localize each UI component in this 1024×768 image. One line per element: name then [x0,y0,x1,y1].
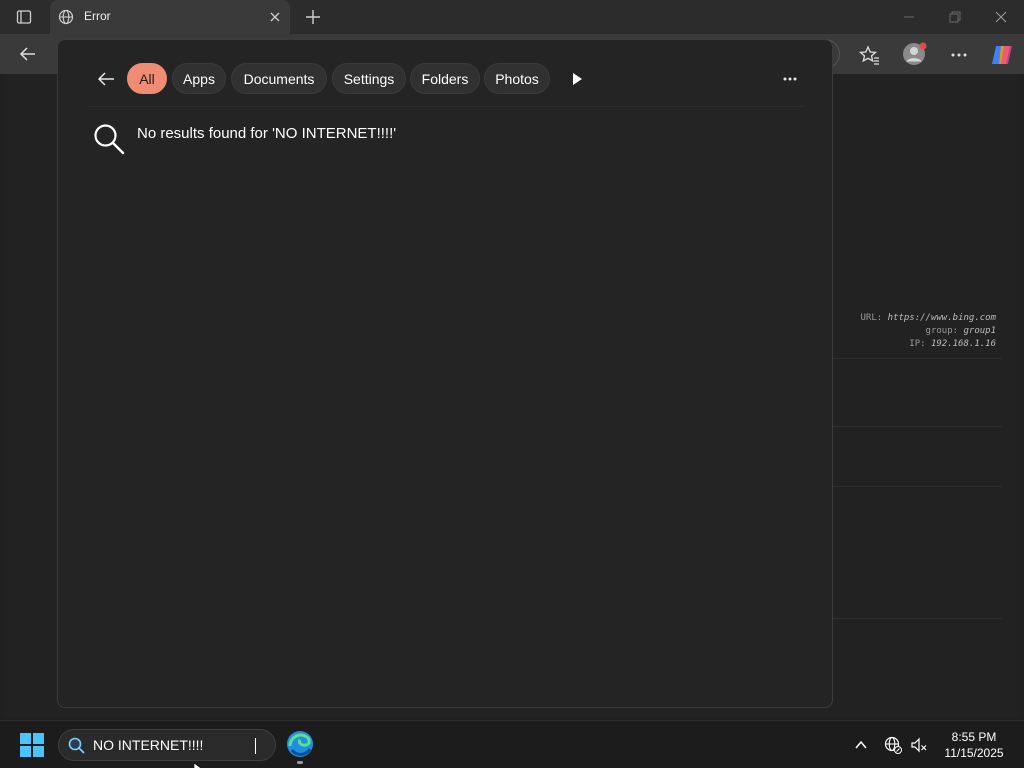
back-arrow-icon[interactable] [18,44,38,64]
no-results-message: No results found for 'NO INTERNET!!!!' [137,125,397,142]
more-icon[interactable] [948,44,970,66]
filter-photos[interactable]: Photos [484,63,550,94]
page-divider [812,426,1002,427]
clock-date: 11/15/2025 [944,746,1004,760]
more-icon[interactable] [780,69,800,89]
search-flyout: All Apps Documents Settings Folders Phot… [57,39,833,708]
globe-icon [58,9,74,25]
flyout-divider [88,106,804,107]
copilot-icon[interactable] [990,44,1012,66]
taskbar-search-input[interactable] [93,734,263,756]
filter-all[interactable]: All [127,63,167,94]
page-divider [812,358,1002,359]
network-globe-icon[interactable] [884,736,902,754]
browser-tab[interactable]: Error [50,0,290,34]
profile-icon[interactable] [902,41,928,67]
edge-icon[interactable] [286,730,314,758]
filter-documents[interactable]: Documents [231,63,327,94]
info-ip: IP: 192.168.1.16 [909,339,996,349]
plus-icon[interactable] [304,8,322,26]
speaker-muted-icon[interactable] [910,736,928,754]
chevron-up-icon[interactable] [852,736,870,754]
filter-folders[interactable]: Folders [410,63,480,94]
filter-apps[interactable]: Apps [172,63,226,94]
close-icon[interactable] [268,10,282,24]
minimize-icon[interactable] [900,8,918,26]
tab-title: Error [84,9,111,23]
info-group: group: group1 [925,326,996,336]
taskbar-search-box[interactable] [58,729,276,761]
play-arrow-icon[interactable] [570,71,584,87]
text-caret [255,738,256,754]
taskbar: 8:55 PM 11/15/2025 [0,720,1024,768]
info-url: URL: https://www.bing.com [860,313,996,323]
mouse-cursor-icon [193,760,202,768]
browser-titlebar: Error [0,0,1024,34]
page-divider [812,486,1002,487]
search-icon [92,122,126,156]
favorites-icon[interactable] [858,44,880,66]
windows-logo-icon[interactable] [20,733,44,757]
window-close-icon[interactable] [992,8,1010,26]
filter-settings[interactable]: Settings [332,63,406,94]
restore-icon[interactable] [946,8,964,26]
clock-time: 8:55 PM [951,730,997,744]
system-clock[interactable]: 8:55 PM 11/15/2025 [936,729,1012,761]
page-divider [812,618,1002,619]
back-arrow-icon[interactable] [96,69,116,89]
active-app-indicator [297,761,303,764]
search-icon [68,737,85,754]
page-info: URL: https://www.bing.com group: group1 … [861,312,996,351]
tab-actions-icon[interactable] [10,6,38,28]
